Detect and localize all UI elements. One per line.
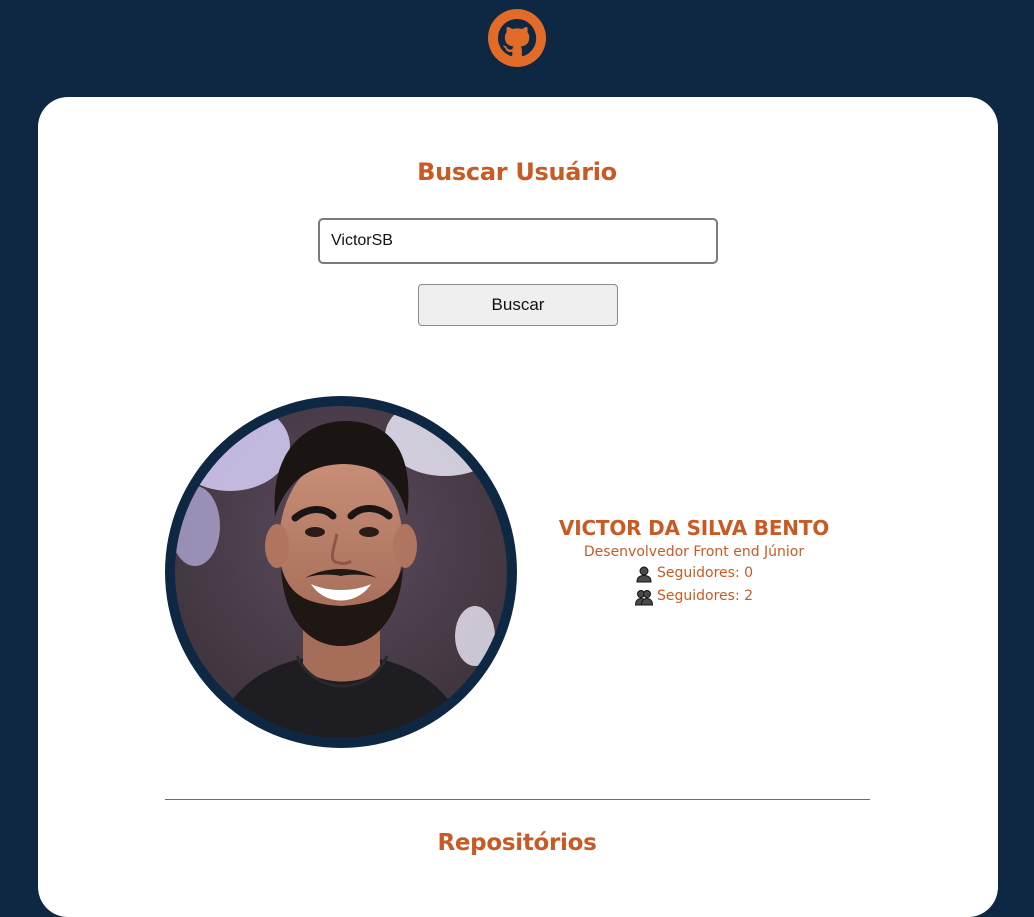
repositories-title: Repositórios [437,830,597,856]
profile-info: VICTOR DA SILVA BENTO Desenvolvedor Fron… [534,514,854,608]
top-header [0,0,1034,97]
users-icon [634,589,653,605]
user-icon [636,566,652,582]
search-button[interactable]: Buscar [418,284,618,326]
avatar [175,406,507,738]
avatar-frame [165,396,517,748]
search-title: Buscar Usuário [417,158,617,186]
followers-stat: Seguidores: 2 [534,585,854,608]
github-icon[interactable] [488,9,546,67]
profile-bio: Desenvolvedor Front end Júnior [583,544,805,560]
section-divider [165,799,870,800]
followers-label: Seguidores: 2 [656,588,754,604]
following-stat: Seguidores: 0 [534,562,854,585]
following-label: Seguidores: 0 [656,565,754,581]
search-input[interactable] [318,218,718,264]
profile-name: VICTOR DA SILVA BENTO [558,516,830,540]
